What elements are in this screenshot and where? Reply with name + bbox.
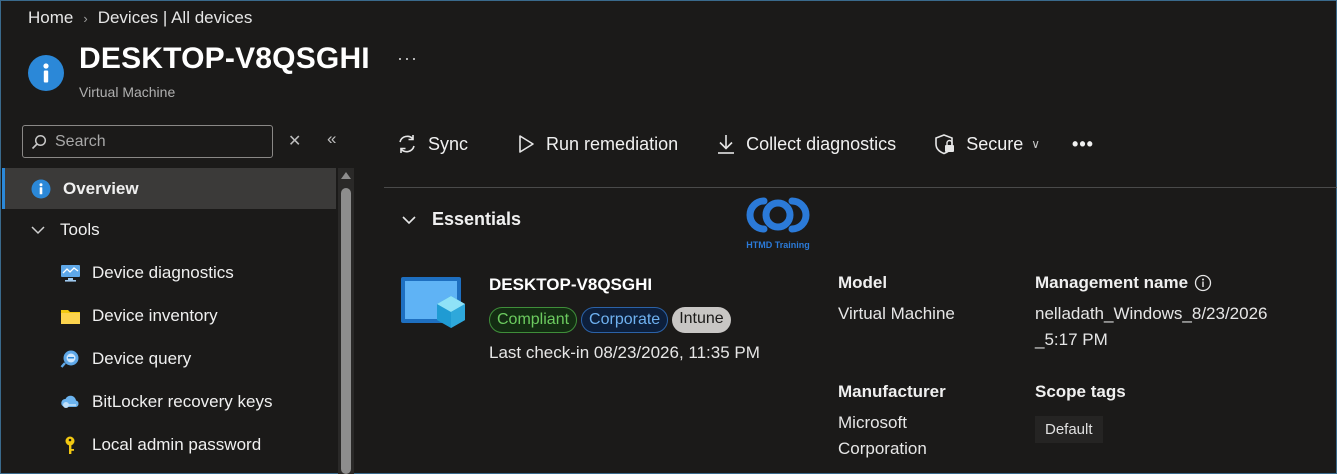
device-icon	[399, 274, 471, 338]
sidebar-item-local-admin-password[interactable]: Local admin password	[60, 435, 261, 455]
chevron-down-icon	[402, 215, 416, 224]
cloud-key-icon	[61, 395, 79, 408]
badge-group: Compliant Corporate Intune	[489, 307, 735, 333]
collect-diagnostics-label: Collect diagnostics	[746, 133, 897, 154]
management-name-line1: nelladath_Windows_8/23/2026	[1035, 304, 1268, 323]
model-value: Virtual Machine	[838, 304, 955, 323]
manufacturer-line1: Microsoft	[838, 413, 907, 432]
breadcrumb-devices[interactable]: Devices | All devices	[98, 8, 253, 28]
shield-lock-icon	[935, 134, 955, 155]
management-name-label: Management name	[1035, 273, 1212, 293]
sidebar-item-label: Device diagnostics	[92, 263, 234, 282]
essentials-toggle[interactable]: Essentials	[400, 209, 521, 230]
sidebar-item-overview[interactable]: Overview	[2, 168, 336, 209]
search-box[interactable]	[22, 125, 273, 158]
manufacturer-line2: Corporation	[838, 439, 927, 458]
divider	[384, 187, 1337, 188]
sidebar-scrollbar[interactable]	[338, 168, 354, 474]
run-remediation-label: Run remediation	[546, 133, 679, 154]
sidebar-item-label: Local admin password	[92, 435, 262, 454]
collect-diagnostics-button[interactable]: Collect diagnostics	[716, 133, 896, 155]
secure-dropdown-button[interactable]: Secure ∨	[934, 133, 1040, 155]
breadcrumb-chevron-icon: ›	[83, 10, 88, 26]
htmd-logo: HTMD Training	[738, 193, 818, 253]
breadcrumb-home[interactable]: Home	[28, 8, 73, 28]
chevron-down-icon	[31, 226, 45, 235]
page-subtitle: Virtual Machine	[79, 84, 176, 100]
run-remediation-button[interactable]: Run remediation	[516, 134, 678, 155]
info-icon	[31, 179, 51, 198]
play-icon	[519, 135, 534, 153]
manufacturer-label: Manufacturer	[838, 382, 946, 401]
sidebar-item-label: Device query	[92, 349, 192, 368]
sidebar-item-device-query[interactable]: Device query	[60, 349, 191, 369]
info-icon	[28, 55, 64, 91]
last-checkin: Last check-in 08/23/2026, 11:35 PM	[489, 343, 760, 362]
search-icon	[31, 134, 47, 149]
sync-label: Sync	[428, 133, 469, 154]
management-name-label-text: Management name	[1035, 273, 1189, 292]
scope-tag: Default	[1035, 416, 1103, 443]
management-name-line2: _5:17 PM	[1035, 330, 1108, 349]
search-input[interactable]	[55, 132, 255, 151]
model-label: Model	[838, 273, 888, 292]
sidebar-item-device-inventory[interactable]: Device inventory	[60, 306, 218, 326]
sidebar-item-device-diagnostics[interactable]: Device diagnostics	[60, 263, 234, 283]
command-bar: Sync Run remediation Collect diagnostics…	[384, 125, 1094, 163]
sidebar-group-tools[interactable]: Tools	[30, 218, 100, 242]
sidebar-item-label: Tools	[60, 220, 100, 239]
info-circle-icon[interactable]	[1194, 274, 1212, 292]
more-options-button[interactable]: ···	[397, 48, 418, 69]
compliant-badge: Compliant	[489, 307, 578, 333]
corporate-badge: Corporate	[581, 307, 669, 333]
page-title: DESKTOP-V8QSGHI	[79, 42, 370, 75]
breadcrumb: Home › Devices | All devices	[28, 8, 252, 28]
sync-button[interactable]: Sync	[396, 133, 468, 155]
intune-badge: Intune	[672, 307, 731, 333]
essentials-heading: Essentials	[432, 209, 522, 229]
management-name-value: nelladath_Windows_8/23/2026 _5:17 PM	[1035, 301, 1268, 353]
chevron-down-icon: ∨	[1031, 137, 1041, 151]
monitor-icon	[61, 265, 80, 282]
secure-label: Secure	[966, 133, 1024, 154]
query-icon	[60, 350, 79, 368]
manufacturer-value: Microsoft Corporation	[838, 410, 927, 462]
scope-tags-label: Scope tags	[1035, 382, 1126, 401]
clear-search-icon[interactable]: ✕	[288, 131, 301, 151]
sidebar-item-label: Device inventory	[92, 306, 218, 325]
scroll-up-icon[interactable]	[341, 172, 351, 179]
scrollbar-thumb[interactable]	[341, 188, 351, 474]
key-icon	[65, 436, 75, 454]
logo-text: HTMD Training	[746, 240, 810, 250]
collapse-sidebar-icon[interactable]: «	[327, 129, 336, 149]
sidebar-item-label: BitLocker recovery keys	[92, 392, 273, 411]
device-name: DESKTOP-V8QSGHI	[489, 275, 653, 294]
more-commands-button[interactable]: •••	[1072, 134, 1094, 155]
sidebar-item-bitlocker-recovery-keys[interactable]: BitLocker recovery keys	[60, 392, 272, 412]
folder-icon	[61, 310, 80, 324]
sidebar-item-label: Overview	[63, 178, 139, 198]
download-icon	[718, 135, 735, 154]
sync-icon	[399, 135, 415, 153]
